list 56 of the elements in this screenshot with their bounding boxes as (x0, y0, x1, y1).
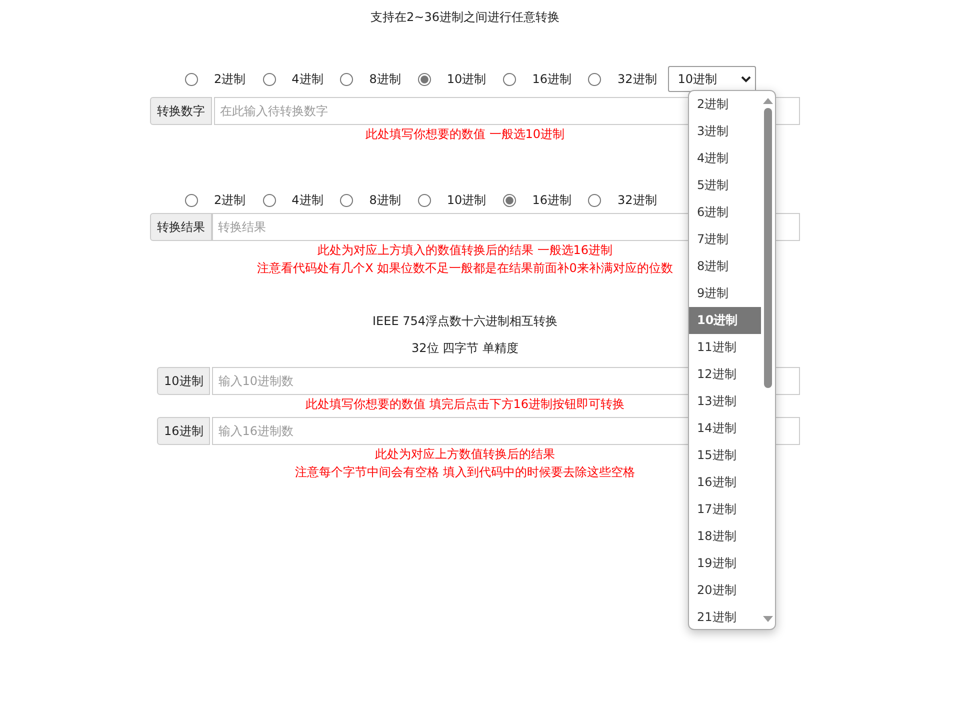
radio-button[interactable] (262, 72, 276, 86)
radio-label: 16进制 (532, 192, 572, 208)
scroll-up-icon[interactable] (763, 97, 773, 104)
radio-label: 10进制 (446, 192, 486, 208)
radio-button[interactable] (503, 72, 516, 86)
radix-select[interactable]: 10进制 (668, 66, 756, 92)
radio-label: 2进制 (214, 192, 246, 208)
radio-button[interactable] (418, 72, 431, 86)
radio-button[interactable] (588, 72, 602, 86)
hint-text: 此处填写你想要的数值 一般选10进制 (365, 126, 565, 143)
hint-text: 此处填写你想要的数值 填完后点击下方16进制按钮即可转换 (305, 396, 625, 413)
radio-button[interactable] (588, 194, 602, 206)
field-label: 转换结果 (150, 213, 212, 241)
radio-label: 2进制 (214, 70, 246, 88)
radio-label: 4进制 (292, 70, 324, 88)
dropdown-option[interactable]: 4进制 (689, 145, 761, 172)
dropdown-option[interactable]: 14进制 (689, 415, 761, 442)
section-title: IEEE 754浮点数十六进制相互转换 (372, 313, 558, 330)
radio-label: 8进制 (369, 192, 401, 208)
scroll-down-icon[interactable] (763, 616, 773, 623)
radio-label: 32进制 (617, 192, 657, 208)
dropdown-option[interactable]: 9进制 (689, 280, 761, 307)
hint-text: 此处为对应上方填入的数值转换后的结果 一般选16进制 (317, 242, 613, 259)
dropdown-option[interactable]: 10进制 (689, 307, 761, 334)
radio-label: 32进制 (617, 70, 657, 88)
chevron-icon (740, 76, 751, 82)
dropdown-option[interactable]: 21进制 (689, 604, 761, 629)
dropdown-option[interactable]: 18进制 (689, 523, 761, 550)
radio-label: 8进制 (369, 70, 401, 88)
radio-button[interactable] (185, 72, 198, 86)
dropdown-option[interactable]: 15进制 (689, 442, 761, 469)
radio-button[interactable] (418, 194, 431, 206)
hint-text: 此处为对应上方数值转换后的结果 (375, 446, 555, 463)
radio-button[interactable] (185, 194, 198, 206)
hint-text: 注意每个字节中间会有空格 填入到代码中的时候要去除这些空格 (295, 464, 635, 481)
radio-button[interactable] (340, 72, 354, 86)
page-title: 支持在2~36进制之间进行任意转换 (370, 9, 560, 26)
radio-label: 10进制 (446, 70, 486, 88)
section-subtitle: 32位 四字节 单精度 (412, 340, 518, 357)
dropdown-option[interactable]: 16进制 (689, 469, 761, 496)
radio-label: 4进制 (292, 192, 324, 208)
hint-text: 注意看代码处有几个X 如果位数不足一般都是在结果前面补0来补满对应的位数 (257, 260, 673, 277)
dropdown-option[interactable]: 5进制 (689, 172, 761, 199)
field-label: 转换数字 (150, 97, 212, 125)
dropdown-option[interactable]: 11进制 (689, 334, 761, 361)
dropdown-option[interactable]: 17进制 (689, 496, 761, 523)
radio-label: 16进制 (532, 70, 572, 88)
dropdown-option[interactable]: 20进制 (689, 577, 761, 604)
scrollbar-thumb[interactable] (764, 108, 772, 388)
radio-button[interactable] (340, 194, 354, 206)
dropdown-option[interactable]: 8进制 (689, 253, 761, 280)
field-label: 10进制 (157, 367, 210, 395)
field-label: 16进制 (157, 417, 210, 445)
radio-button[interactable] (262, 194, 276, 206)
radio-button[interactable] (503, 194, 516, 206)
dropdown-option[interactable]: 19进制 (689, 550, 761, 577)
